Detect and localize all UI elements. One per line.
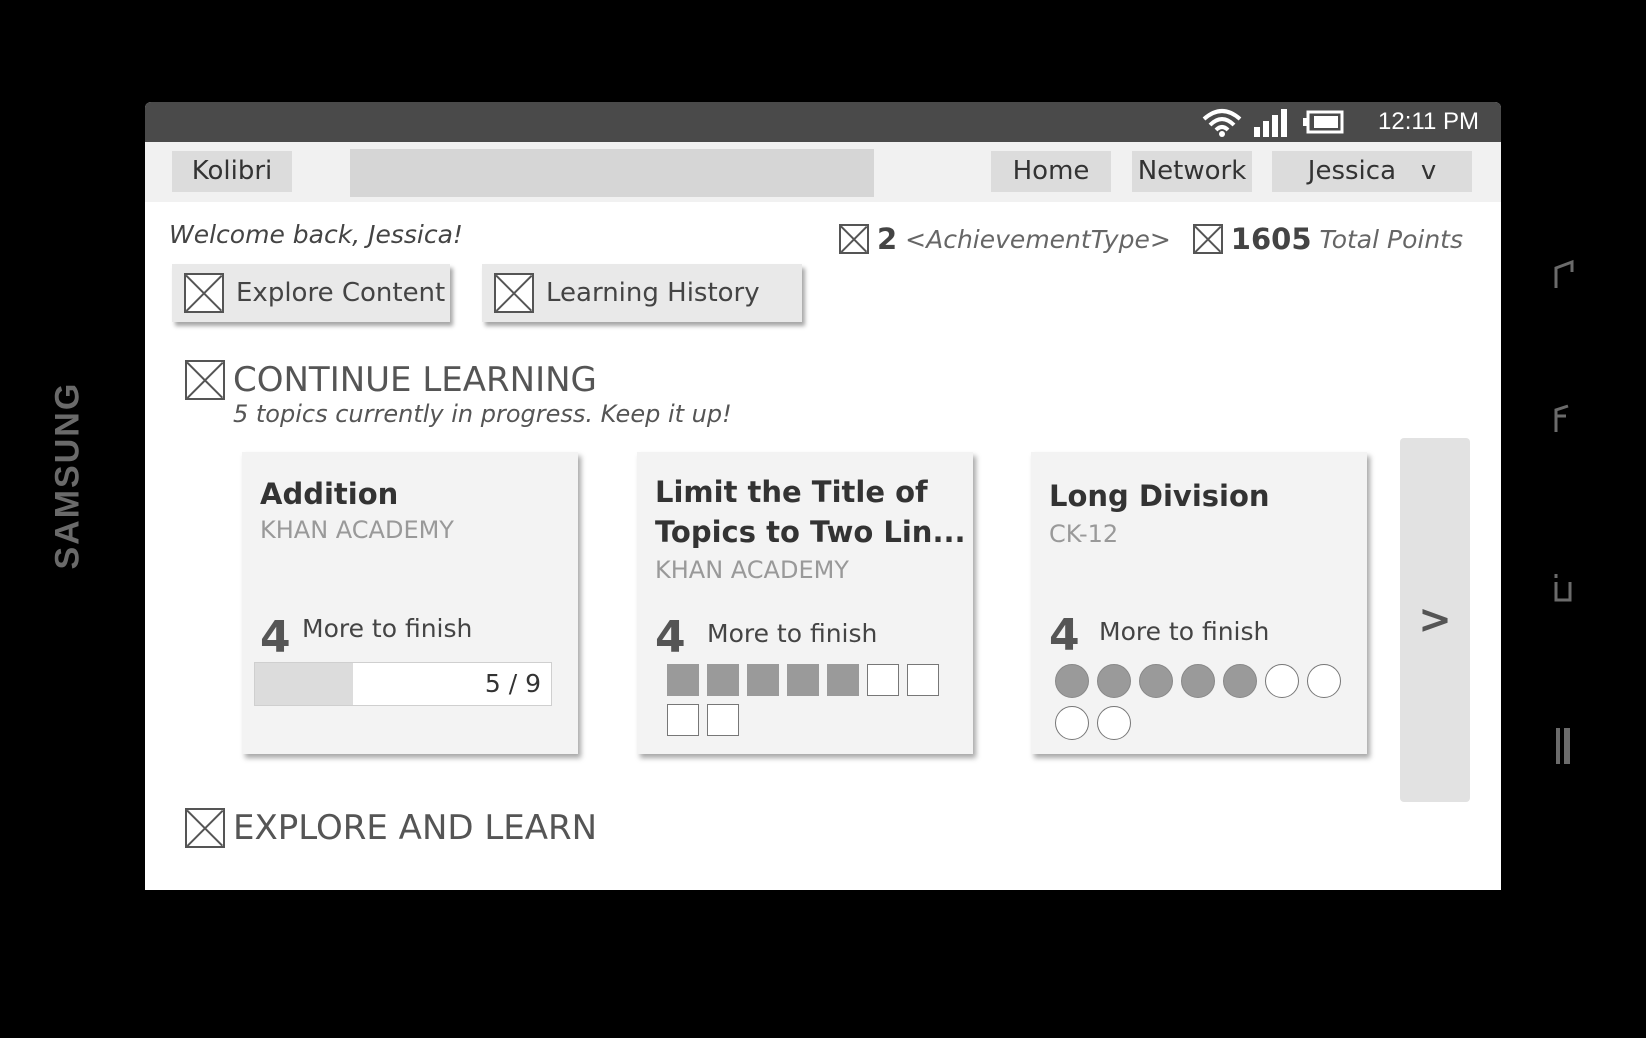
card-title: Long Division (1049, 479, 1270, 513)
status-bar: 12:11 PM (145, 102, 1501, 142)
progress-dot-complete (1181, 664, 1215, 698)
continue-learning-header: CONTINUE LEARNING (185, 360, 597, 400)
device-brand: SAMSUNG (48, 381, 87, 570)
card-title: Addition (260, 477, 399, 511)
points-icon (1192, 224, 1223, 254)
explore-learn-title: EXPLORE AND LEARN (233, 808, 598, 848)
progress-dot-complete (1139, 664, 1173, 698)
progress-bar: 5 / 9 (254, 662, 552, 706)
learning-history-label: Learning History (546, 278, 760, 308)
progress-dot-incomplete (1097, 706, 1131, 740)
learning-history-button[interactable]: Learning History (482, 264, 802, 322)
menu-hardware-key[interactable] (1552, 258, 1578, 300)
continue-learning-icon (185, 360, 225, 400)
card-title: Limit the Title of Topics to Two Lin... (655, 472, 966, 552)
back-hardware-key[interactable] (1552, 570, 1578, 612)
status-icons (1202, 107, 1346, 141)
progress-square-complete (667, 664, 699, 696)
tablet-screen: 12:11 PM Kolibri Home Network Jessica v … (145, 102, 1501, 890)
progress-square-incomplete (907, 664, 939, 696)
progress-dot-incomplete (1265, 664, 1299, 698)
topic-card-addition[interactable]: Addition KHAN ACADEMY 4 More to finish 5… (242, 452, 578, 754)
progress-bar-fill (255, 663, 353, 705)
chevron-down-icon: v (1420, 156, 1437, 186)
remaining-count: 4 (655, 612, 686, 663)
progress-square-incomplete (667, 704, 699, 736)
explore-learn-icon (185, 808, 225, 848)
remaining-label: More to finish (707, 619, 878, 648)
continue-learning-title: CONTINUE LEARNING (233, 360, 597, 400)
total-points-value: 1605 (1230, 222, 1312, 256)
user-name: Jessica (1307, 156, 1397, 186)
search-input[interactable] (350, 149, 874, 197)
learning-history-icon (494, 273, 534, 313)
home-nav-button[interactable]: Home (991, 151, 1111, 192)
progress-square-complete (827, 664, 859, 696)
remaining-label: More to finish (1099, 617, 1270, 646)
progress-dot-complete (1097, 664, 1131, 698)
progress-dot-incomplete (1055, 706, 1089, 740)
total-points-label: Total Points (1319, 224, 1463, 254)
explore-content-icon (184, 273, 224, 313)
achievement-icon (838, 224, 869, 254)
signal-icon (1252, 107, 1292, 141)
status-time: 12:11 PM (1378, 108, 1479, 135)
user-menu-button[interactable]: Jessica v (1272, 151, 1472, 192)
explore-learn-header: EXPLORE AND LEARN (185, 808, 597, 848)
topic-card-long-division[interactable]: Long Division CK-12 4 More to finish (1031, 452, 1367, 754)
search-hardware-key[interactable] (1552, 726, 1578, 774)
progress-square-incomplete (707, 704, 739, 736)
progress-text: 5 / 9 (484, 669, 541, 698)
progress-square-incomplete (867, 664, 899, 696)
remaining-count: 4 (1049, 610, 1080, 661)
card-source: KHAN ACADEMY (655, 556, 849, 584)
card-source: KHAN ACADEMY (260, 516, 454, 544)
continue-learning-subtitle: 5 topics currently in progress. Keep it … (233, 400, 732, 428)
progress-square-complete (787, 664, 819, 696)
progress-square-complete (747, 664, 779, 696)
remaining-label: More to finish (302, 614, 473, 643)
home-hardware-key[interactable] (1552, 402, 1578, 444)
top-navigation: Kolibri Home Network Jessica v (145, 142, 1501, 202)
explore-content-label: Explore Content (236, 278, 446, 308)
battery-icon (1302, 107, 1346, 141)
app-name-button[interactable]: Kolibri (172, 151, 292, 192)
card-title-line-2: Topics to Two Lin... (655, 515, 966, 549)
card-source: CK-12 (1049, 520, 1119, 548)
topic-card-limit-title[interactable]: Limit the Title of Topics to Two Lin... … (637, 452, 973, 754)
progress-square-complete (707, 664, 739, 696)
achievement-count: 2 (876, 222, 898, 256)
progress-dot-incomplete (1307, 664, 1341, 698)
tablet-frame: SAMSUNG 12:11 PM Kolibri Home Network Je… (0, 0, 1646, 1038)
next-cards-button[interactable]: > (1400, 438, 1470, 802)
stats-summary: 2 <AchievementType> 1605 Total Points (838, 222, 1463, 256)
remaining-count: 4 (260, 612, 291, 663)
card-title-line-1: Limit the Title of (655, 475, 928, 509)
progress-dot-complete (1055, 664, 1089, 698)
wifi-icon (1202, 107, 1242, 141)
explore-content-button[interactable]: Explore Content (172, 264, 450, 322)
achievement-type-label: <AchievementType> (905, 224, 1171, 254)
welcome-message: Welcome back, Jessica! (169, 220, 463, 249)
progress-dot-complete (1223, 664, 1257, 698)
network-nav-button[interactable]: Network (1132, 151, 1252, 192)
